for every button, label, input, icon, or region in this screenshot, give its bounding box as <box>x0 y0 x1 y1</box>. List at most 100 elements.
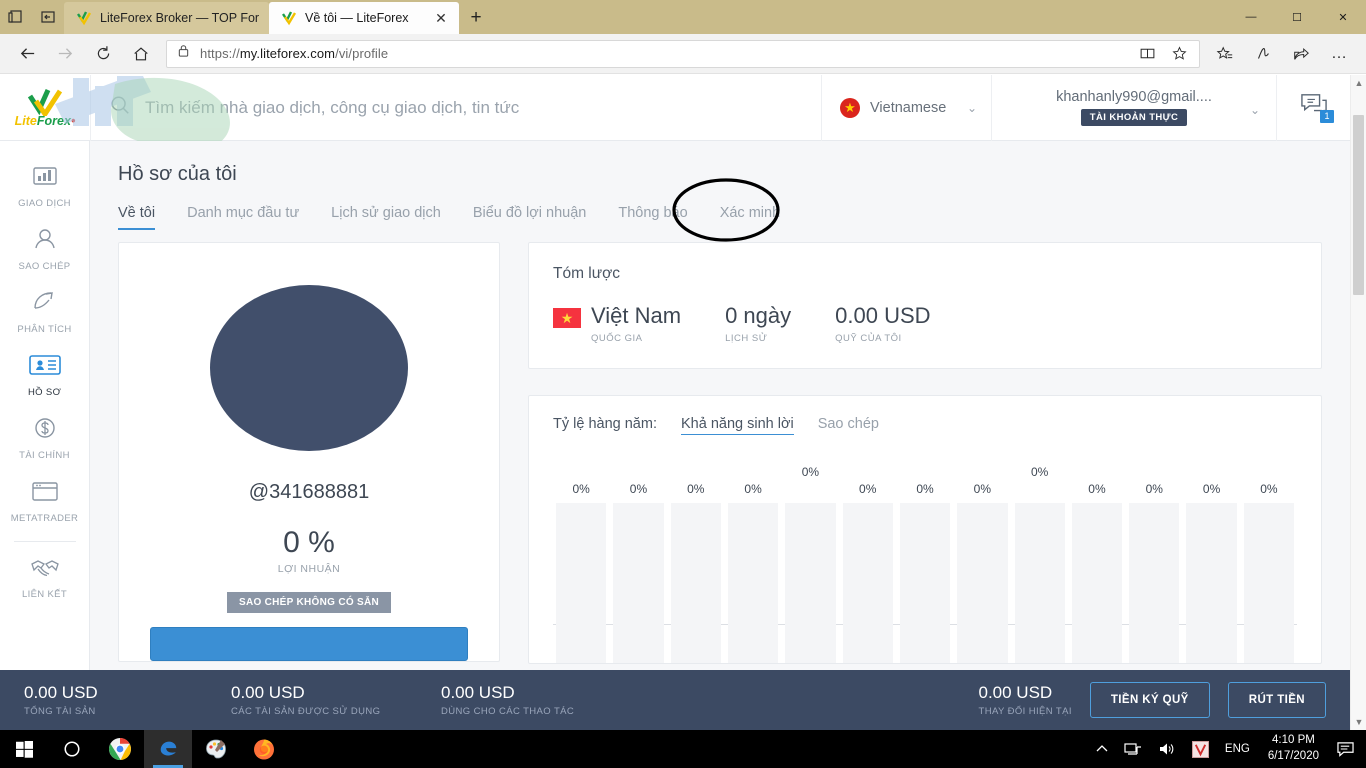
language-selector[interactable]: ★ Vietnamese ⌄ <box>821 75 991 141</box>
sidebar-item-label: LIÊN KẾT <box>22 589 67 600</box>
bar <box>1244 503 1294 663</box>
bar-value-label: 0% <box>610 482 666 496</box>
tab-profit-chart[interactable]: Biểu đồ lợi nhuận <box>473 205 587 230</box>
analytics-icon <box>32 290 58 319</box>
chrome-icon[interactable] <box>96 730 144 768</box>
sidebar-item-analytics[interactable]: PHÂN TÍCH <box>0 281 90 344</box>
scroll-down-arrow-icon[interactable]: ▼ <box>1351 714 1366 730</box>
bar-column: 0% <box>610 503 666 663</box>
sidebar-item-profile[interactable]: HỒ SƠ <box>0 344 90 407</box>
bottom-total-assets: 0.00 USD TỔNG TÀI SẢN <box>24 683 231 717</box>
sidebar-item-trading[interactable]: GIAO DỊCH <box>0 155 90 218</box>
bar-value-label: 0% <box>725 482 781 496</box>
set-aside-tabs-icon[interactable] <box>32 0 64 34</box>
vietnam-flag-icon: ★ <box>840 98 860 118</box>
sidebar-item-metatrader[interactable]: METATRADER <box>0 470 90 533</box>
summary-fund-label: QUỸ CỦA TÔI <box>835 333 930 344</box>
handshake-icon <box>30 557 60 584</box>
chart-tab-profitability[interactable]: Khả năng sinh lời <box>681 416 794 435</box>
share-icon[interactable] <box>1282 38 1320 70</box>
cortana-icon[interactable] <box>48 730 96 768</box>
sidebar-item-label: HỒ SƠ <box>28 387 61 398</box>
volume-icon[interactable] <box>1150 730 1184 768</box>
sidebar-item-affiliate[interactable]: LIÊN KẾT <box>0 548 90 609</box>
tab-preview-icon[interactable] <box>0 0 32 34</box>
scrollbar-thumb[interactable] <box>1353 115 1364 295</box>
bar-value-label: 0% <box>897 482 953 496</box>
bar-value-label: 0% <box>782 465 838 479</box>
favorite-star-icon[interactable] <box>1163 38 1195 70</box>
search-input-placeholder: Tìm kiếm nhà giao dịch, công cụ giao dịc… <box>145 98 519 118</box>
more-options-icon[interactable]: … <box>1320 38 1358 70</box>
network-icon[interactable] <box>1116 730 1150 768</box>
bottom-current-change: 0.00 USD THAY ĐỔI HIỆN TẠI <box>979 683 1072 717</box>
bar-value-label: 0% <box>1183 482 1239 496</box>
messages-button[interactable]: 1 <box>1276 75 1350 141</box>
bar-column: 0% <box>1183 503 1239 663</box>
url-path: /vi/profile <box>335 46 388 61</box>
deposit-button[interactable]: TIỀN KÝ QUỸ <box>1090 682 1210 718</box>
browser-tab-2-title: Về tôi — LiteForex <box>305 11 425 25</box>
back-arrow-icon[interactable] <box>8 38 46 70</box>
edge-icon[interactable] <box>144 730 192 768</box>
unikey-icon[interactable] <box>1184 730 1217 768</box>
tab-about-me[interactable]: Về tôi <box>118 205 155 230</box>
bar <box>843 503 893 663</box>
bar-column: 0% <box>725 503 781 663</box>
account-bottom-bar: 0.00 USD TỔNG TÀI SẢN 0.00 USD CÁC TÀI S… <box>0 670 1350 730</box>
summary-card: Tóm lược ★ Việt Nam QUỐC GIA 0 ngày LỊCH… <box>528 242 1322 369</box>
sidebar-item-finance[interactable]: TÀI CHÍNH <box>0 407 90 470</box>
reload-icon[interactable] <box>84 38 122 70</box>
liteforex-mark-icon <box>24 88 66 116</box>
paint-icon[interactable] <box>192 730 240 768</box>
home-icon[interactable] <box>122 38 160 70</box>
profit-label: LỢI NHUẬN <box>278 563 341 575</box>
summary-country: ★ Việt Nam QUỐC GIA <box>553 303 681 344</box>
primary-action-button[interactable] <box>150 627 468 661</box>
tab-trade-history[interactable]: Lịch sử giao dịch <box>331 205 441 230</box>
chart-tab-copy[interactable]: Sao chép <box>818 416 879 434</box>
account-menu[interactable]: khanhanly990@gmail.... TÀI KHOẢN THỰC ⌄ <box>991 75 1276 141</box>
withdraw-button[interactable]: RÚT TIỀN <box>1228 682 1326 718</box>
liteforex-logo[interactable]: LiteForex• <box>0 88 90 128</box>
summary-country-label: QUỐC GIA <box>591 333 681 344</box>
liteforex-wordmark: LiteForex• <box>15 114 76 128</box>
search-icon <box>109 94 131 121</box>
action-center-icon[interactable] <box>1329 730 1362 768</box>
notes-pen-icon[interactable] <box>1244 38 1282 70</box>
minimize-button[interactable]: — <box>1228 0 1274 34</box>
show-hidden-icons-icon[interactable] <box>1088 730 1116 768</box>
favorites-hub-icon[interactable] <box>1206 38 1244 70</box>
browser-tab-2[interactable]: Về tôi — LiteForex ✕ <box>269 2 459 34</box>
app-header: LiteForex• Tìm kiếm nhà giao dịch, công … <box>0 75 1350 141</box>
browser-tab-1[interactable]: LiteForex Broker — TOP For <box>64 2 269 34</box>
address-bar[interactable]: https://my.liteforex.com/vi/profile <box>166 40 1200 68</box>
keyboard-language[interactable]: ENG <box>1217 730 1258 768</box>
page-scrollbar[interactable]: ▲ ▼ <box>1350 75 1366 730</box>
scroll-up-arrow-icon[interactable]: ▲ <box>1351 75 1366 91</box>
bottom-value: 0.00 USD <box>231 683 441 703</box>
new-tab-button[interactable]: + <box>459 2 493 34</box>
maximize-button[interactable]: ☐ <box>1274 0 1320 34</box>
reading-view-icon[interactable] <box>1131 38 1163 70</box>
address-bar-actions <box>1131 38 1195 70</box>
user-id: @341688881 <box>249 481 369 504</box>
sidebar-item-copy[interactable]: SAO CHÉP <box>0 218 90 281</box>
person-icon <box>32 227 58 256</box>
close-tab-icon[interactable]: ✕ <box>433 10 449 27</box>
clock[interactable]: 4:10 PM 6/17/2020 <box>1258 733 1329 764</box>
url-host: my.liteforex.com <box>240 46 335 61</box>
chart-header: Tỷ lệ hàng năm: Khả năng sinh lời Sao ch… <box>553 416 1297 435</box>
bottom-value: 0.00 USD <box>979 683 1072 703</box>
bar-column: 0% <box>553 503 609 663</box>
chevron-down-icon: ⌄ <box>1250 103 1260 117</box>
tab-portfolio[interactable]: Danh mục đầu tư <box>187 205 299 230</box>
search-bar[interactable]: Tìm kiếm nhà giao dịch, công cụ giao dịc… <box>90 75 821 141</box>
start-icon[interactable] <box>0 730 48 768</box>
sidebar-divider <box>14 541 76 542</box>
firefox-icon[interactable] <box>240 730 288 768</box>
bar-value-label: 0% <box>1012 465 1068 479</box>
close-window-button[interactable]: ✕ <box>1320 0 1366 34</box>
profit-value: 0 % <box>283 526 335 560</box>
bar-chart-plot: 0%0%0%0%0%0%0%0%0%0%0%0%0% <box>553 463 1297 663</box>
